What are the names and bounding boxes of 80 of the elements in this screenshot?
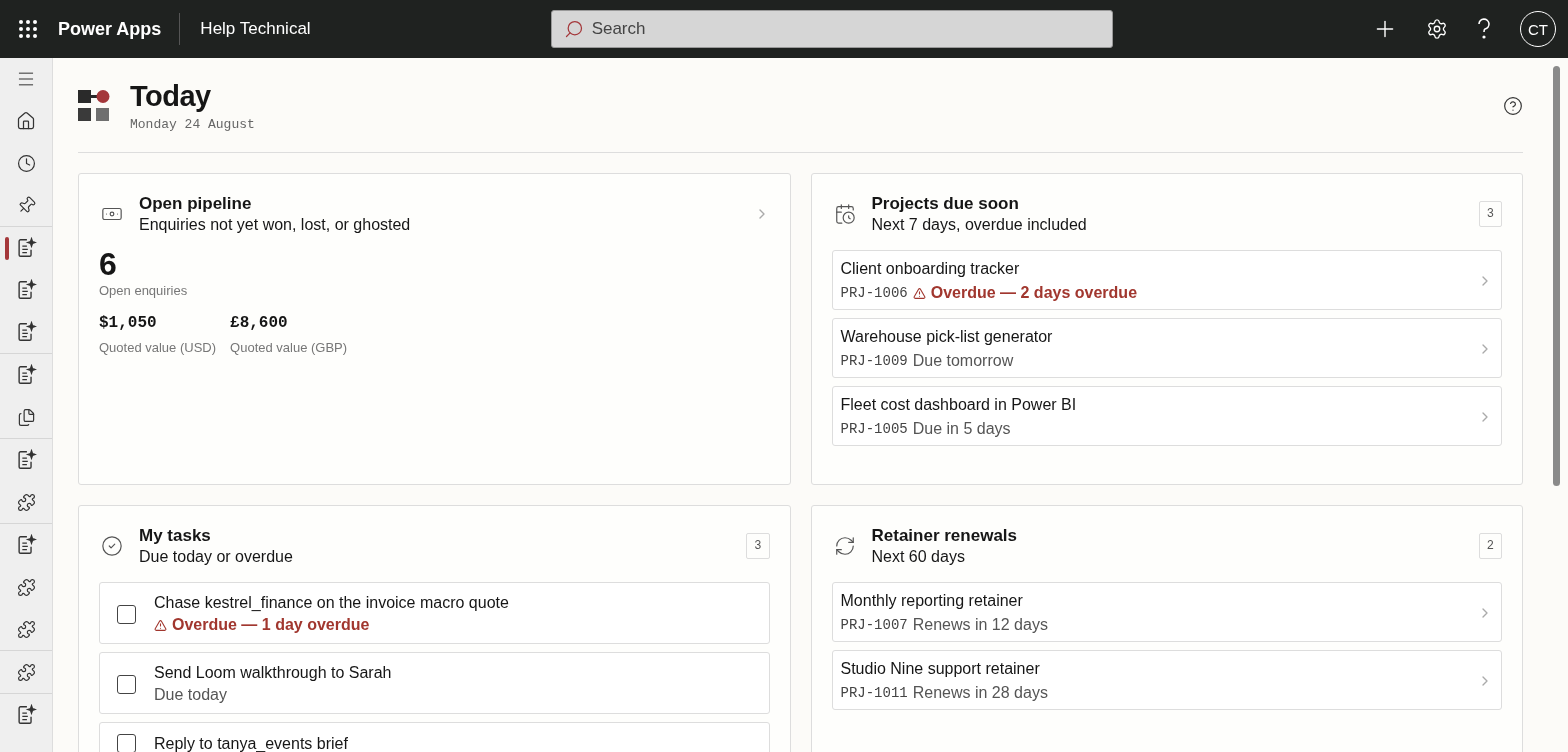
refresh-icon bbox=[833, 535, 856, 557]
puzzle-icon bbox=[16, 492, 36, 512]
metric-label: Quoted value (USD) bbox=[99, 340, 217, 355]
document-sparkle-icon bbox=[15, 279, 37, 301]
document-sparkle-icon bbox=[15, 704, 37, 726]
metric-label: Open enquiries bbox=[99, 283, 189, 298]
task-row[interactable]: Send Loom walkthrough to Sarah Due today bbox=[99, 652, 770, 714]
project-row[interactable]: Studio Nine support retainer PRJ-1011 Renews in 28 days bbox=[831, 650, 1502, 710]
puzzle-icon bbox=[16, 619, 36, 639]
count-badge: 2 bbox=[1478, 533, 1502, 559]
project-title: Warehouse pick-list generator bbox=[840, 328, 1054, 346]
status-text: Overdue — 1 day overdue bbox=[172, 616, 370, 634]
project-code: PRJ-1006 bbox=[840, 285, 908, 301]
document-sparkle-icon bbox=[15, 534, 37, 556]
card-subtitle: Next 60 days bbox=[871, 548, 966, 566]
task-row[interactable]: Reply to tanya_events brief bbox=[99, 722, 770, 752]
project-title: Client onboarding tracker bbox=[840, 260, 1021, 278]
task-title: Chase kestrel_finance on the invoice macro quote bbox=[154, 594, 510, 612]
project-title: Fleet cost dashboard in Power BI bbox=[840, 396, 1078, 414]
selection-indicator bbox=[5, 237, 9, 260]
project-code: PRJ-1009 bbox=[840, 353, 908, 369]
document-sparkle-icon bbox=[15, 237, 37, 259]
help-button[interactable] bbox=[1503, 96, 1523, 116]
logo-icon bbox=[78, 90, 110, 122]
help-button[interactable] bbox=[1476, 17, 1492, 41]
settings-button[interactable] bbox=[1426, 18, 1448, 40]
search-field[interactable]: Search bbox=[550, 10, 1113, 48]
project-row[interactable]: Warehouse pick-list generator PRJ-1009 Due tomorrow bbox=[831, 318, 1502, 378]
task-title: Reply to tanya_events brief bbox=[154, 734, 349, 752]
document-sparkle-icon bbox=[15, 449, 37, 471]
project-title: Studio Nine support retainer bbox=[840, 660, 1041, 678]
check-circle-icon bbox=[101, 535, 123, 557]
metric-value: $1,050 bbox=[99, 314, 158, 332]
status-text: Due today bbox=[154, 686, 227, 704]
puzzle-icon bbox=[16, 662, 36, 682]
card-title: My tasks bbox=[139, 526, 212, 546]
project-code: PRJ-1011 bbox=[840, 685, 908, 701]
card-subtitle: Enquiries not yet won, lost, or ghosted bbox=[139, 216, 411, 234]
project-code: PRJ-1007 bbox=[840, 617, 908, 633]
card-title: Retainer renewals bbox=[871, 526, 1017, 546]
project-row[interactable]: Fleet cost dashboard in Power BI PRJ-1005 Due in 5 days bbox=[831, 386, 1502, 446]
puzzle-icon bbox=[16, 577, 36, 597]
project-row[interactable]: Monthly reporting retainer PRJ-1007 Renews in 12 days bbox=[831, 582, 1502, 642]
count-badge: 3 bbox=[1478, 201, 1502, 227]
home-icon bbox=[16, 111, 36, 131]
document-sparkle-icon bbox=[15, 321, 37, 343]
status-text: Overdue — 2 days overdue bbox=[930, 284, 1138, 302]
page-title: Today bbox=[130, 80, 212, 113]
environment-name: Help Technical bbox=[200, 19, 311, 39]
task-title: Send Loom walkthrough to Sarah bbox=[154, 664, 393, 682]
app-launcher-icon[interactable] bbox=[18, 19, 38, 39]
task-row[interactable]: Chase kestrel_finance on the invoice macro quote Overdue — 1 day overdue bbox=[99, 582, 770, 644]
project-title: Monthly reporting retainer bbox=[840, 592, 1024, 610]
status-text: Due in 5 days bbox=[912, 420, 1011, 438]
checkbox[interactable] bbox=[117, 674, 136, 694]
status-text: Renews in 12 days bbox=[912, 616, 1048, 634]
app-name: Power Apps bbox=[58, 13, 181, 45]
page-date: Monday 24 August bbox=[130, 117, 255, 132]
project-code: PRJ-1005 bbox=[840, 421, 908, 437]
document-sparkle-icon bbox=[15, 364, 37, 386]
checkbox[interactable] bbox=[117, 604, 136, 624]
card-title: Open pipeline bbox=[139, 194, 253, 214]
card-subtitle: Next 7 days, overdue included bbox=[871, 216, 1087, 234]
status-text: Due tomorrow bbox=[912, 352, 1014, 370]
status-text: Renews in 28 days bbox=[912, 684, 1048, 702]
clock-icon bbox=[16, 153, 36, 173]
metric-value: 6 bbox=[99, 246, 118, 283]
scrollbar-thumb[interactable] bbox=[1553, 66, 1560, 486]
count-badge: 3 bbox=[746, 533, 770, 559]
card-subtitle: Due today or overdue bbox=[139, 548, 293, 566]
warning-icon bbox=[154, 618, 167, 632]
warning-icon bbox=[912, 286, 926, 300]
checkbox[interactable] bbox=[117, 734, 136, 752]
search-icon bbox=[563, 19, 584, 39]
metric-value: £8,600 bbox=[230, 314, 289, 332]
project-row[interactable]: Client onboarding tracker PRJ-1006 Overdue — 2 days overdue bbox=[831, 250, 1502, 310]
calendar-clock-icon bbox=[833, 203, 856, 225]
card-title: Projects due soon bbox=[871, 194, 1020, 214]
pages-icon bbox=[16, 407, 36, 427]
metric-label: Quoted value (GBP) bbox=[230, 340, 348, 355]
